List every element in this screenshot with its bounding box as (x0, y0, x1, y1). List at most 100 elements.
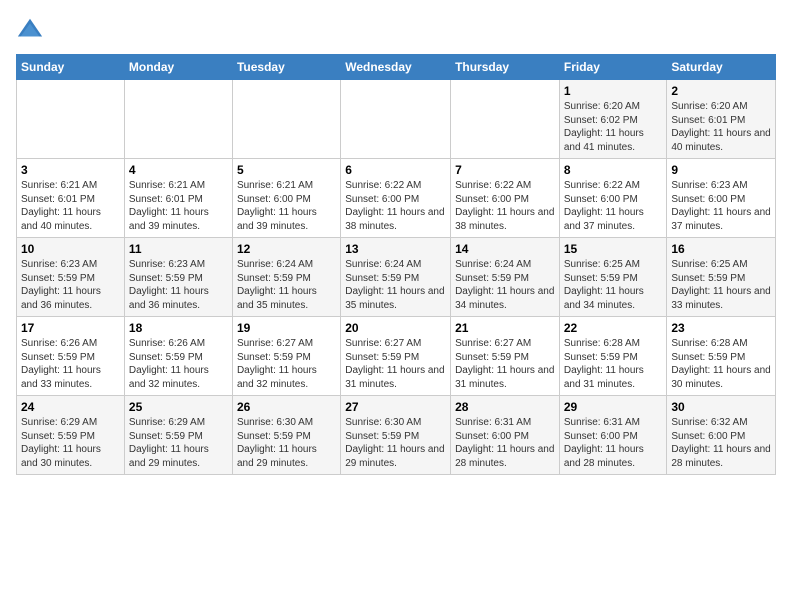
day-info: Sunrise: 6:23 AM Sunset: 6:00 PM Dayligh… (671, 179, 771, 233)
day-info: Sunrise: 6:23 AM Sunset: 5:59 PM Dayligh… (129, 258, 228, 312)
calendar-cell (124, 80, 232, 159)
calendar-cell: 29 Sunrise: 6:31 AM Sunset: 6:00 PM Dayli… (559, 396, 667, 475)
weekday-header-sunday: Sunday (17, 55, 125, 80)
weekday-header-monday: Monday (124, 55, 232, 80)
day-info: Sunrise: 6:25 AM Sunset: 5:59 PM Dayligh… (564, 258, 663, 312)
logo (16, 16, 48, 44)
weekday-header-thursday: Thursday (451, 55, 560, 80)
day-number: 17 (21, 321, 120, 335)
day-number: 20 (345, 321, 446, 335)
day-number: 6 (345, 163, 446, 177)
day-number: 3 (21, 163, 120, 177)
day-info: Sunrise: 6:22 AM Sunset: 6:00 PM Dayligh… (345, 179, 446, 233)
day-number: 9 (671, 163, 771, 177)
calendar-cell: 6 Sunrise: 6:22 AM Sunset: 6:00 PM Daylig… (341, 159, 451, 238)
calendar-cell: 24 Sunrise: 6:29 AM Sunset: 5:59 PM Dayli… (17, 396, 125, 475)
day-number: 15 (564, 242, 663, 256)
calendar-cell: 10 Sunrise: 6:23 AM Sunset: 5:59 PM Dayli… (17, 238, 125, 317)
day-info: Sunrise: 6:30 AM Sunset: 5:59 PM Dayligh… (345, 416, 446, 470)
calendar-cell (341, 80, 451, 159)
calendar-cell: 21 Sunrise: 6:27 AM Sunset: 5:59 PM Dayli… (451, 317, 560, 396)
day-info: Sunrise: 6:25 AM Sunset: 5:59 PM Dayligh… (671, 258, 771, 312)
calendar-week-row: 17 Sunrise: 6:26 AM Sunset: 5:59 PM Dayli… (17, 317, 776, 396)
logo-icon (16, 16, 44, 44)
weekday-header-row: SundayMondayTuesdayWednesdayThursdayFrid… (17, 55, 776, 80)
day-number: 12 (237, 242, 336, 256)
calendar-cell: 11 Sunrise: 6:23 AM Sunset: 5:59 PM Dayli… (124, 238, 232, 317)
calendar-cell (232, 80, 340, 159)
calendar-cell: 27 Sunrise: 6:30 AM Sunset: 5:59 PM Dayli… (341, 396, 451, 475)
day-info: Sunrise: 6:21 AM Sunset: 6:00 PM Dayligh… (237, 179, 336, 233)
weekday-header-wednesday: Wednesday (341, 55, 451, 80)
day-info: Sunrise: 6:31 AM Sunset: 6:00 PM Dayligh… (564, 416, 663, 470)
calendar-cell (451, 80, 560, 159)
calendar-table: SundayMondayTuesdayWednesdayThursdayFrid… (16, 54, 776, 475)
calendar-cell: 25 Sunrise: 6:29 AM Sunset: 5:59 PM Dayli… (124, 396, 232, 475)
calendar-cell: 12 Sunrise: 6:24 AM Sunset: 5:59 PM Dayli… (232, 238, 340, 317)
day-info: Sunrise: 6:29 AM Sunset: 5:59 PM Dayligh… (129, 416, 228, 470)
day-number: 21 (455, 321, 555, 335)
day-info: Sunrise: 6:28 AM Sunset: 5:59 PM Dayligh… (671, 337, 771, 391)
day-info: Sunrise: 6:26 AM Sunset: 5:59 PM Dayligh… (129, 337, 228, 391)
day-info: Sunrise: 6:32 AM Sunset: 6:00 PM Dayligh… (671, 416, 771, 470)
day-info: Sunrise: 6:29 AM Sunset: 5:59 PM Dayligh… (21, 416, 120, 470)
calendar-cell: 16 Sunrise: 6:25 AM Sunset: 5:59 PM Dayli… (667, 238, 776, 317)
day-number: 30 (671, 400, 771, 414)
day-info: Sunrise: 6:21 AM Sunset: 6:01 PM Dayligh… (21, 179, 120, 233)
weekday-header-saturday: Saturday (667, 55, 776, 80)
calendar-header: SundayMondayTuesdayWednesdayThursdayFrid… (17, 55, 776, 80)
day-number: 23 (671, 321, 771, 335)
day-info: Sunrise: 6:21 AM Sunset: 6:01 PM Dayligh… (129, 179, 228, 233)
calendar-cell: 15 Sunrise: 6:25 AM Sunset: 5:59 PM Dayli… (559, 238, 667, 317)
day-number: 24 (21, 400, 120, 414)
day-info: Sunrise: 6:27 AM Sunset: 5:59 PM Dayligh… (455, 337, 555, 391)
calendar-week-row: 24 Sunrise: 6:29 AM Sunset: 5:59 PM Dayli… (17, 396, 776, 475)
day-info: Sunrise: 6:30 AM Sunset: 5:59 PM Dayligh… (237, 416, 336, 470)
day-info: Sunrise: 6:24 AM Sunset: 5:59 PM Dayligh… (345, 258, 446, 312)
calendar-cell: 13 Sunrise: 6:24 AM Sunset: 5:59 PM Dayli… (341, 238, 451, 317)
calendar-cell: 2 Sunrise: 6:20 AM Sunset: 6:01 PM Daylig… (667, 80, 776, 159)
calendar-cell: 28 Sunrise: 6:31 AM Sunset: 6:00 PM Dayli… (451, 396, 560, 475)
day-info: Sunrise: 6:20 AM Sunset: 6:02 PM Dayligh… (564, 100, 663, 154)
calendar-cell: 22Sunrise: 6:28 AM Sunset: 5:59 PM Dayli… (559, 317, 667, 396)
day-number: 14 (455, 242, 555, 256)
calendar-cell: 4Sunrise: 6:21 AM Sunset: 6:01 PM Daylig… (124, 159, 232, 238)
day-number: 27 (345, 400, 446, 414)
day-number: 28 (455, 400, 555, 414)
day-info: Sunrise: 6:20 AM Sunset: 6:01 PM Dayligh… (671, 100, 771, 154)
calendar-cell: 8Sunrise: 6:22 AM Sunset: 6:00 PM Daylig… (559, 159, 667, 238)
day-number: 26 (237, 400, 336, 414)
calendar-cell: 3 Sunrise: 6:21 AM Sunset: 6:01 PM Daylig… (17, 159, 125, 238)
day-number: 10 (21, 242, 120, 256)
weekday-header-tuesday: Tuesday (232, 55, 340, 80)
day-number: 16 (671, 242, 771, 256)
calendar-cell: 17Sunrise: 6:26 AM Sunset: 5:59 PM Dayli… (17, 317, 125, 396)
day-number: 5 (237, 163, 336, 177)
calendar-cell: 30 Sunrise: 6:32 AM Sunset: 6:00 PM Dayli… (667, 396, 776, 475)
day-info: Sunrise: 6:22 AM Sunset: 6:00 PM Dayligh… (455, 179, 555, 233)
weekday-header-friday: Friday (559, 55, 667, 80)
calendar-cell: 1 Sunrise: 6:20 AM Sunset: 6:02 PM Daylig… (559, 80, 667, 159)
calendar-cell: 7 Sunrise: 6:22 AM Sunset: 6:00 PM Daylig… (451, 159, 560, 238)
header (16, 16, 776, 44)
calendar-cell: 18Sunrise: 6:26 AM Sunset: 5:59 PM Dayli… (124, 317, 232, 396)
day-info: Sunrise: 6:27 AM Sunset: 5:59 PM Dayligh… (237, 337, 336, 391)
day-number: 13 (345, 242, 446, 256)
day-number: 2 (671, 84, 771, 98)
day-number: 7 (455, 163, 555, 177)
calendar-body: 1 Sunrise: 6:20 AM Sunset: 6:02 PM Daylig… (17, 80, 776, 475)
calendar-cell: 9 Sunrise: 6:23 AM Sunset: 6:00 PM Daylig… (667, 159, 776, 238)
day-info: Sunrise: 6:24 AM Sunset: 5:59 PM Dayligh… (237, 258, 336, 312)
day-info: Sunrise: 6:27 AM Sunset: 5:59 PM Dayligh… (345, 337, 446, 391)
day-info: Sunrise: 6:31 AM Sunset: 6:00 PM Dayligh… (455, 416, 555, 470)
day-number: 25 (129, 400, 228, 414)
calendar-cell: 5 Sunrise: 6:21 AM Sunset: 6:00 PM Daylig… (232, 159, 340, 238)
day-number: 11 (129, 242, 228, 256)
page: SundayMondayTuesdayWednesdayThursdayFrid… (0, 0, 792, 612)
day-number: 29 (564, 400, 663, 414)
calendar-cell (17, 80, 125, 159)
day-number: 1 (564, 84, 663, 98)
day-info: Sunrise: 6:22 AM Sunset: 6:00 PM Dayligh… (564, 179, 663, 233)
day-number: 19 (237, 321, 336, 335)
day-info: Sunrise: 6:23 AM Sunset: 5:59 PM Dayligh… (21, 258, 120, 312)
